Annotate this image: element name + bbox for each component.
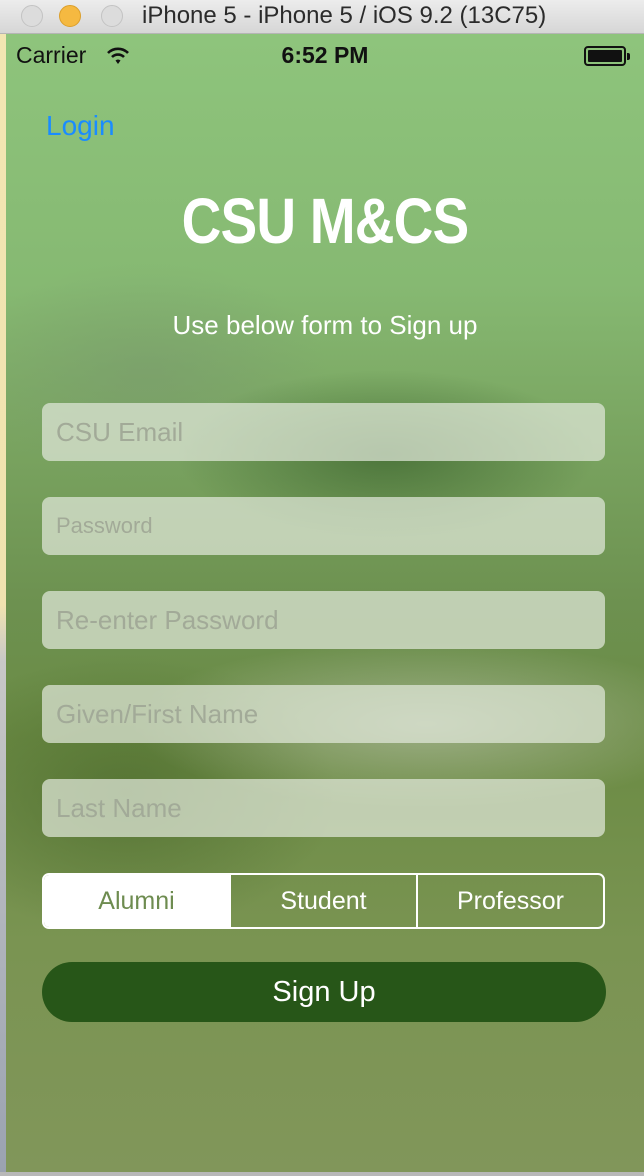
simulator-title-bar: iPhone 5 - iPhone 5 / iOS 9.2 (13C75) [0, 0, 644, 34]
zoom-window-icon[interactable] [101, 5, 123, 27]
app-title: CSU M&CS [181, 185, 470, 257]
phone-screen: Carrier 6:52 PM Login CSU M&CS Use below… [6, 34, 644, 1172]
segment-professor[interactable]: Professor [416, 875, 603, 927]
login-link[interactable]: Login [46, 110, 115, 142]
last-name-field[interactable] [42, 779, 605, 837]
sign-up-button[interactable]: Sign Up [42, 962, 606, 1022]
form-subtitle: Use below form to Sign up [172, 310, 478, 340]
status-time: 6:52 PM [281, 42, 369, 68]
close-window-icon[interactable] [21, 5, 43, 27]
password-field[interactable] [42, 497, 605, 555]
first-name-field[interactable] [42, 685, 605, 743]
battery-icon [584, 46, 630, 66]
status-bar: Carrier 6:52 PM [6, 34, 644, 78]
email-field[interactable] [42, 403, 605, 461]
reenter-password-field[interactable] [42, 591, 605, 649]
minimize-window-icon[interactable] [59, 5, 81, 27]
segment-student[interactable]: Student [229, 875, 416, 927]
window-bottom-edge [0, 1172, 644, 1176]
segment-alumni[interactable]: Alumni [44, 875, 229, 927]
role-segmented-control: Alumni Student Professor [42, 873, 605, 929]
window-title: iPhone 5 - iPhone 5 / iOS 9.2 (13C75) [142, 2, 547, 29]
